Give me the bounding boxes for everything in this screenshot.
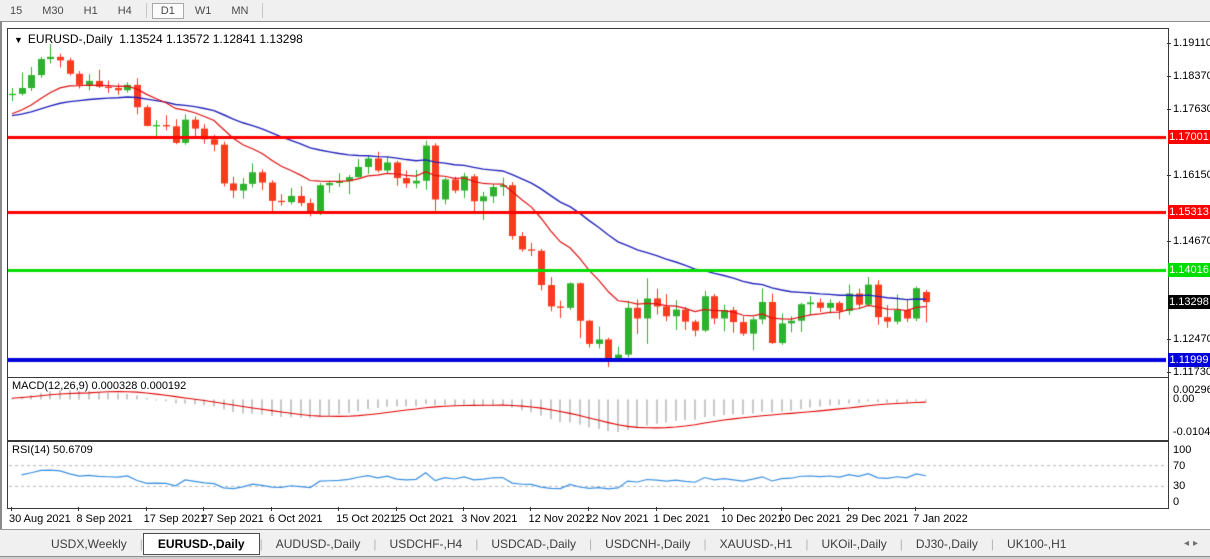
window-border: [0, 22, 2, 556]
timeframe-button-W1[interactable]: W1: [186, 3, 221, 19]
timeframe-button-D1[interactable]: D1: [152, 3, 184, 19]
terminal-window: 15M30H1H4 D1W1MN ▼ EURUSD-,Daily 1.13524 1…: [0, 0, 1210, 559]
macd-label: MACD(12,26,9) 0.000328 0.000192: [12, 380, 186, 392]
date-label: 6 Oct 2021: [269, 513, 323, 525]
date-tick: [11, 507, 12, 511]
price-tick-label: 1.14670: [1173, 235, 1210, 247]
chart-tab-usdchf-h4[interactable]: USDCHF-,H4: [377, 534, 476, 554]
price-level-badge: 1.17001: [1168, 130, 1210, 144]
date-tick: [78, 507, 79, 511]
date-label: 8 Sep 2021: [76, 513, 132, 525]
chart-symbol-label: EURUSD-,Daily: [28, 32, 113, 46]
rsi-axis-label: 70: [1173, 460, 1185, 472]
price-tick-label: 1.17630: [1173, 103, 1210, 115]
price-level-badge: 1.15313: [1168, 205, 1210, 219]
price-level-badge: 1.14016: [1168, 263, 1210, 277]
date-tick: [848, 507, 849, 511]
price-tick-label: 1.12470: [1173, 333, 1210, 345]
price-tick-label: 1.19110: [1173, 37, 1210, 49]
date-label: 3 Nov 2021: [461, 513, 517, 525]
date-tick: [271, 507, 272, 511]
rsi-axis-label: 100: [1173, 444, 1191, 456]
date-tick: [781, 507, 782, 511]
tab-scroll-buttons: ◂▸: [1184, 538, 1202, 549]
timeframe-toolbar: 15M30H1H4 D1W1MN: [0, 0, 1210, 22]
toolbar-separator: [146, 3, 147, 18]
date-tick: [203, 507, 204, 511]
date-label: 30 Aug 2021: [9, 513, 71, 525]
price-tick: [1167, 43, 1171, 44]
chart-tab-ukoil-daily[interactable]: UKOil-,Daily: [808, 534, 899, 554]
date-label: 25 Oct 2021: [394, 513, 454, 525]
price-tick: [1167, 175, 1171, 176]
chart-title: ▼ EURUSD-,Daily 1.13524 1.13572 1.12841 1…: [14, 32, 303, 46]
date-label: 29 Dec 2021: [846, 513, 908, 525]
chart-tab-audusd-daily[interactable]: AUDUSD-,Daily: [263, 534, 374, 554]
date-label: 27 Sep 2021: [201, 513, 263, 525]
price-tick-label: 1.16150: [1173, 169, 1210, 181]
date-label: 7 Jan 2022: [913, 513, 967, 525]
price-tick-label: 1.11730: [1173, 366, 1210, 378]
timeframe-button-H4[interactable]: H4: [109, 3, 141, 19]
chart-tab-xauusd-h1[interactable]: XAUUSD-,H1: [707, 534, 806, 554]
date-label: 12 Nov 2021: [528, 513, 590, 525]
price-axis[interactable]: 1.19110 1.18370 1.17630 1.16150 1.14670 1.124…: [1167, 28, 1210, 508]
price-tick: [1167, 241, 1171, 242]
date-tick: [915, 507, 916, 511]
date-label: 17 Sep 2021: [144, 513, 206, 525]
date-tick: [588, 507, 589, 511]
date-label: 1 Dec 2021: [654, 513, 710, 525]
timeframe-button-MN[interactable]: MN: [222, 3, 257, 19]
price-tick: [1167, 372, 1171, 373]
price-tick: [1167, 76, 1171, 77]
chart-tab-dj30-daily[interactable]: DJ30-,Daily: [903, 534, 991, 554]
date-axis[interactable]: 30 Aug 2021 8 Sep 2021 17 Sep 202127 Sep 2…: [7, 507, 1167, 529]
rsi-label: RSI(14) 50.6709: [12, 444, 93, 456]
main-chart-canvas[interactable]: [8, 29, 1166, 375]
rsi-axis-label: 30: [1173, 480, 1185, 492]
chart-tab-usdcad-daily[interactable]: USDCAD-,Daily: [478, 534, 589, 554]
timeframe-button-M30[interactable]: M30: [33, 3, 72, 19]
timeframe-button-15[interactable]: 15: [1, 3, 31, 19]
chart-tab-usdcnh-daily[interactable]: USDCNH-,Daily: [592, 534, 703, 554]
macd-axis-label: 0.00: [1173, 393, 1194, 405]
chart-ohlc-values: 1.13524 1.13572 1.12841 1.13298: [119, 32, 303, 46]
chart-tab-usdx-weekly[interactable]: USDX,Weekly: [38, 534, 140, 554]
price-level-badge: 1.11999: [1168, 353, 1210, 367]
chart-tab-bar: USDX,Weekly|EURUSD-,Daily|AUDUSD-,Daily|…: [0, 529, 1210, 557]
date-tick: [338, 507, 339, 511]
date-tick: [723, 507, 724, 511]
rsi-indicator-canvas[interactable]: [8, 442, 1166, 506]
date-label: 20 Dec 2021: [779, 513, 841, 525]
price-tick: [1167, 339, 1171, 340]
date-label: 10 Dec 2021: [721, 513, 783, 525]
price-tick-label: 1.18370: [1173, 70, 1210, 82]
symbol-dropdown-icon[interactable]: ▼: [14, 35, 23, 45]
date-tick: [656, 507, 657, 511]
tab-scroll-left-icon[interactable]: ◂: [1184, 538, 1193, 549]
toolbar-separator: [262, 3, 263, 18]
chart-tab-eurusd-daily[interactable]: EURUSD-,Daily: [143, 533, 260, 555]
date-tick: [463, 507, 464, 511]
tab-scroll-right-icon[interactable]: ▸: [1193, 538, 1202, 549]
date-tick: [530, 507, 531, 511]
price-tick: [1167, 109, 1171, 110]
timeframe-button-H1[interactable]: H1: [75, 3, 107, 19]
rsi-axis-label: 0: [1173, 496, 1179, 508]
date-tick: [146, 507, 147, 511]
chart-tab-uk100-h1[interactable]: UK100-,H1: [994, 534, 1079, 554]
date-tick: [396, 507, 397, 511]
date-label: 15 Oct 2021: [336, 513, 396, 525]
price-level-badge: 1.13298: [1168, 295, 1210, 309]
macd-axis-label: -0.010422: [1173, 426, 1210, 438]
date-label: 22 Nov 2021: [586, 513, 648, 525]
